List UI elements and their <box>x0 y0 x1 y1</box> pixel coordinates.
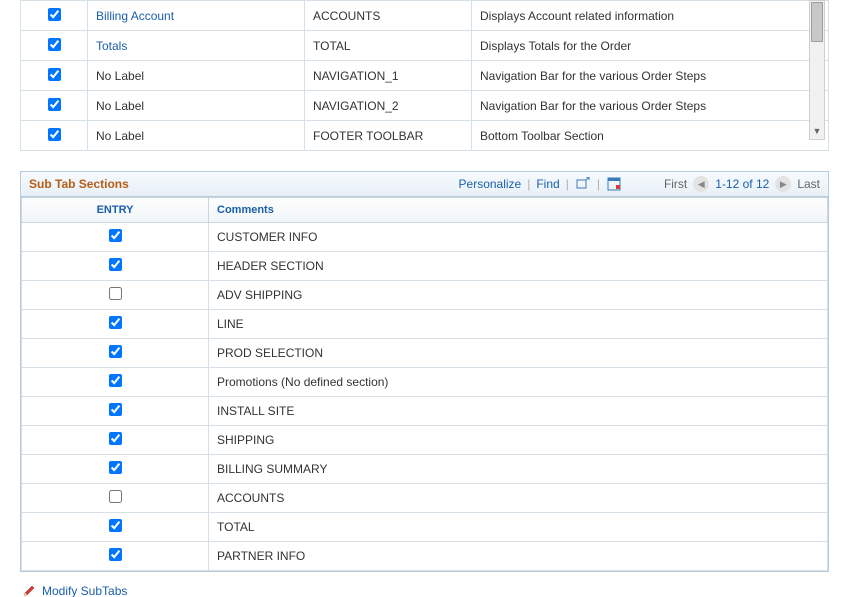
section-desc: Navigation Bar for the various Order Ste… <box>472 91 829 121</box>
section-desc: Bottom Toolbar Section <box>472 121 829 151</box>
table-row: Totals TOTALDisplays Totals for the Order <box>21 31 829 61</box>
entry-checkbox[interactable] <box>109 345 122 358</box>
modify-subtabs-row: Modify SubTabs <box>22 584 829 597</box>
find-link[interactable]: Find <box>536 177 559 191</box>
row-checkbox[interactable] <box>48 68 61 81</box>
table-row: No Label NAVIGATION_2Navigation Bar for t… <box>21 91 829 121</box>
scrollbar-thumb[interactable] <box>811 2 823 42</box>
entry-checkbox[interactable] <box>109 374 122 387</box>
grid-toolbar: Personalize | Find | | First ◀ 1-12 of 1… <box>459 176 820 192</box>
section-link[interactable]: Totals <box>96 39 127 53</box>
entry-comment: PROD SELECTION <box>209 339 828 368</box>
download-icon[interactable] <box>606 176 622 192</box>
sub-tab-sections-header: Sub Tab Sections Personalize | Find | | … <box>21 172 828 197</box>
entry-comment: ADV SHIPPING <box>209 281 828 310</box>
section-code: FOOTER TOOLBAR <box>305 121 472 151</box>
nav-first[interactable]: First <box>664 177 687 191</box>
view-all-icon[interactable] <box>575 176 591 192</box>
section-desc: Displays Totals for the Order <box>472 31 829 61</box>
section-code: ACCOUNTS <box>305 1 472 31</box>
table-row: HEADER SECTION <box>22 252 828 281</box>
entry-checkbox[interactable] <box>109 403 122 416</box>
entry-comment: INSTALL SITE <box>209 397 828 426</box>
row-checkbox[interactable] <box>48 8 61 21</box>
sub-tab-sections-panel: Sub Tab Sections Personalize | Find | | … <box>20 171 829 572</box>
entry-comment: HEADER SECTION <box>209 252 828 281</box>
table-row: Promotions (No defined section) <box>22 368 828 397</box>
section-label: No Label <box>96 129 144 143</box>
scrollbar-down-arrow-icon[interactable]: ▼ <box>810 123 824 139</box>
entry-checkbox[interactable] <box>109 490 122 503</box>
nav-prev-icon[interactable]: ◀ <box>693 176 709 192</box>
section-label: No Label <box>96 69 144 83</box>
table-row: PARTNER INFO <box>22 542 828 571</box>
table-row: CUSTOMER INFO <box>22 223 828 252</box>
modify-subtabs-link[interactable]: Modify SubTabs <box>42 584 127 597</box>
nav-next-icon[interactable]: ▶ <box>775 176 791 192</box>
entry-checkbox[interactable] <box>109 229 122 242</box>
table-row: LINE <box>22 310 828 339</box>
sub-tab-sections-table: ENTRY Comments CUSTOMER INFOHEADER SECTI… <box>21 197 828 571</box>
table-row: PROD SELECTION <box>22 339 828 368</box>
section-link[interactable]: Billing Account <box>96 9 174 23</box>
row-checkbox[interactable] <box>48 128 61 141</box>
col-header-entry[interactable]: ENTRY <box>22 198 209 223</box>
table-row: No Label NAVIGATION_1Navigation Bar for t… <box>21 61 829 91</box>
table-row: TOTAL <box>22 513 828 542</box>
sub-tab-sections-title: Sub Tab Sections <box>29 177 129 191</box>
entry-comment: SHIPPING <box>209 426 828 455</box>
section-label: No Label <box>96 99 144 113</box>
section-desc: Displays Account related information <box>472 1 829 31</box>
table-row: SHIPPING <box>22 426 828 455</box>
pencil-icon <box>22 584 36 597</box>
table-row: BILLING SUMMARY <box>22 455 828 484</box>
entry-comment: Promotions (No defined section) <box>209 368 828 397</box>
entry-checkbox[interactable] <box>109 548 122 561</box>
entry-comment: TOTAL <box>209 513 828 542</box>
table-row: INSTALL SITE <box>22 397 828 426</box>
entry-checkbox[interactable] <box>109 287 122 300</box>
personalize-link[interactable]: Personalize <box>459 177 522 191</box>
entry-comment: BILLING SUMMARY <box>209 455 828 484</box>
section-desc: Navigation Bar for the various Order Ste… <box>472 61 829 91</box>
section-code: NAVIGATION_2 <box>305 91 472 121</box>
table-row: ACCOUNTS <box>22 484 828 513</box>
table-row: Billing Account ACCOUNTSDisplays Account … <box>21 1 829 31</box>
entry-checkbox[interactable] <box>109 316 122 329</box>
vertical-scrollbar[interactable]: ▼ <box>809 0 825 140</box>
col-header-comments[interactable]: Comments <box>209 198 828 223</box>
nav-range: 1-12 of 12 <box>715 177 769 191</box>
section-code: NAVIGATION_1 <box>305 61 472 91</box>
row-checkbox[interactable] <box>48 98 61 111</box>
row-checkbox[interactable] <box>48 38 61 51</box>
nav-last[interactable]: Last <box>797 177 820 191</box>
entry-comment: LINE <box>209 310 828 339</box>
entry-comment: PARTNER INFO <box>209 542 828 571</box>
entry-checkbox[interactable] <box>109 258 122 271</box>
entry-checkbox[interactable] <box>109 461 122 474</box>
table-row: ADV SHIPPING <box>22 281 828 310</box>
table-row: No Label FOOTER TOOLBARBottom Toolbar Sec… <box>21 121 829 151</box>
entry-comment: ACCOUNTS <box>209 484 828 513</box>
entry-checkbox[interactable] <box>109 519 122 532</box>
section-code: TOTAL <box>305 31 472 61</box>
sections-table: Billing Account ACCOUNTSDisplays Account … <box>20 0 829 151</box>
entry-checkbox[interactable] <box>109 432 122 445</box>
entry-comment: CUSTOMER INFO <box>209 223 828 252</box>
